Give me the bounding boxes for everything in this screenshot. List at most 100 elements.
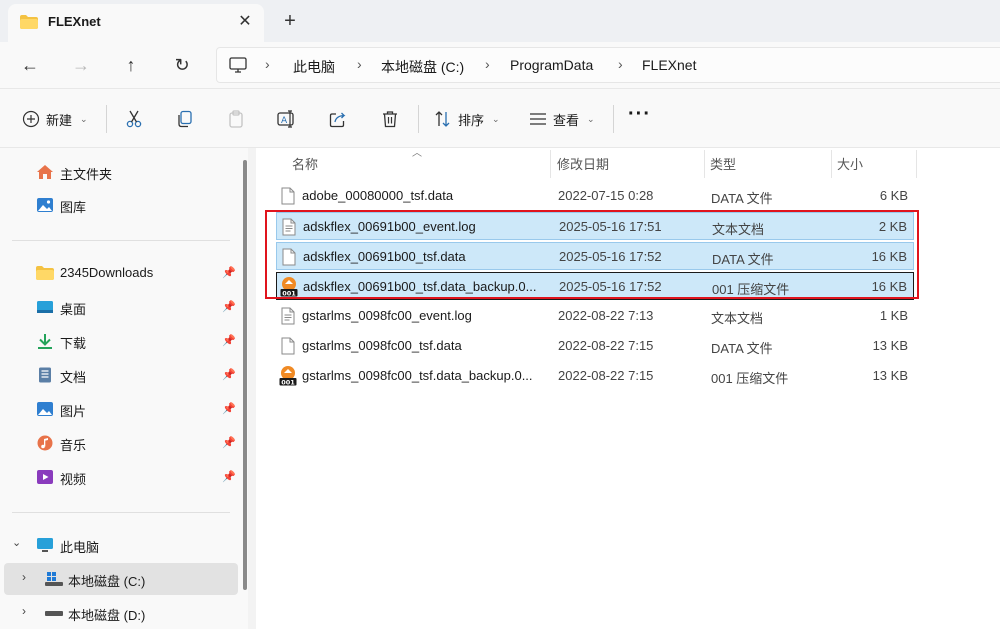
paste-icon	[229, 110, 243, 128]
computer-icon	[229, 57, 247, 73]
chevron-right-icon[interactable]: ›	[22, 570, 26, 584]
column-divider[interactable]	[831, 150, 832, 178]
file-type: 文本文档	[712, 222, 765, 237]
file-name: gstarlms_0098fc00_event.log	[302, 308, 472, 323]
table-row[interactable]: adobe_00080000_tsf.data 2022-07-15 0:28 …	[276, 182, 914, 210]
file-icon	[281, 187, 295, 205]
chevron-down-icon[interactable]: ⌄	[12, 536, 21, 549]
refresh-icon[interactable]: ↻	[167, 50, 197, 80]
sidebar-item-label: 2345Downloads	[60, 265, 154, 280]
cut-button[interactable]	[122, 107, 146, 131]
drive-d-icon	[45, 611, 63, 616]
chevron-right-icon[interactable]: ›	[22, 604, 26, 618]
folder-icon	[20, 15, 38, 29]
file-date: 2025-05-16 17:52	[559, 249, 662, 264]
music-icon	[37, 435, 53, 451]
pin-icon[interactable]: 📌	[222, 300, 236, 313]
sidebar-item-gallery[interactable]: 图库	[0, 189, 240, 221]
sidebar-item-desktop[interactable]: 桌面 📌	[0, 291, 240, 323]
sidebar-item-pictures[interactable]: 图片 📌	[0, 393, 240, 425]
breadcrumb-local-disk-c[interactable]: 本地磁盘 (C:)	[381, 57, 464, 77]
breadcrumb-programdata[interactable]: ProgramData	[510, 57, 593, 73]
column-header-name[interactable]: 名称	[292, 154, 318, 173]
column-header-type[interactable]: 类型	[710, 154, 736, 173]
document-icon	[39, 367, 51, 383]
tab-flexnet[interactable]: FLEXnet ✕	[8, 4, 264, 42]
sidebar-scrollbar[interactable]	[243, 160, 247, 590]
pin-icon[interactable]: 📌	[222, 334, 236, 347]
sidebar-item-local-disk-c[interactable]: › 本地磁盘 (C:)	[4, 563, 238, 595]
more-options-icon[interactable]: ···	[628, 103, 651, 126]
address-bar[interactable]: › 此电脑 › 本地磁盘 (C:) › ProgramData › FLEXne…	[216, 47, 1000, 83]
column-divider[interactable]	[704, 150, 705, 178]
delete-button[interactable]	[378, 107, 402, 131]
table-row[interactable]: adskflex_00691b00_event.log 2025-05-16 1…	[276, 212, 914, 240]
forward-arrow-icon[interactable]: →	[66, 50, 96, 80]
table-row[interactable]: 001 adskflex_00691b00_tsf.data_backup.0.…	[276, 272, 914, 300]
column-divider[interactable]	[916, 150, 917, 178]
copy-button[interactable]	[173, 107, 197, 131]
column-header-date[interactable]: 修改日期	[557, 154, 609, 173]
up-arrow-icon[interactable]: ↑	[116, 50, 146, 80]
sort-button[interactable]: 排序 ⌄	[434, 107, 500, 131]
view-button[interactable]: 查看 ⌄	[529, 107, 595, 131]
breadcrumb-flexnet[interactable]: FLEXnet	[642, 57, 696, 73]
pin-icon[interactable]: 📌	[222, 470, 236, 483]
pin-icon[interactable]: 📌	[222, 436, 236, 449]
file-size: 13 KB	[872, 338, 908, 353]
column-header-size[interactable]: 大小	[837, 154, 863, 173]
back-arrow-icon[interactable]: ←	[15, 50, 45, 80]
sidebar-item-label: 此电脑	[60, 540, 100, 555]
sidebar-item-videos[interactable]: 视频 📌	[0, 461, 240, 493]
sidebar-item-label: 图片	[60, 404, 87, 419]
new-tab-button[interactable]: +	[278, 9, 302, 33]
sidebar-divider	[12, 240, 230, 241]
computer-icon	[37, 538, 53, 552]
sidebar-item-2345downloads[interactable]: 2345Downloads 📌	[0, 257, 240, 289]
file-type: 文本文档	[711, 311, 764, 326]
rename-button[interactable]: A	[275, 107, 299, 131]
close-tab-icon[interactable]: ✕	[234, 11, 256, 33]
column-divider[interactable]	[550, 150, 551, 178]
file-icon	[281, 337, 295, 355]
breadcrumb-this-pc[interactable]: 此电脑	[293, 57, 335, 77]
new-button[interactable]: 新建 ⌄	[22, 107, 88, 131]
sort-icon	[435, 111, 450, 127]
copy-icon	[178, 110, 192, 128]
file-type: 001 压缩文件	[711, 371, 789, 386]
svg-text:001: 001	[282, 289, 296, 297]
home-icon	[37, 165, 53, 179]
pin-icon[interactable]: 📌	[222, 266, 236, 279]
sidebar-item-local-disk-d[interactable]: › 本地磁盘 (D:)	[0, 597, 240, 629]
sidebar-item-downloads[interactable]: 下载 📌	[0, 325, 240, 357]
sidebar-item-this-pc[interactable]: ⌄ 此电脑	[0, 529, 240, 561]
table-row[interactable]: adskflex_00691b00_tsf.data 2025-05-16 17…	[276, 242, 914, 270]
sort-ascending-icon: ︿	[412, 148, 422, 159]
video-icon	[37, 470, 53, 484]
navigation-pane: 主文件夹 图库 2345Downloads 📌 桌面 📌 下载 📌 文档 📌 图…	[0, 148, 248, 629]
toolbar-divider	[106, 105, 107, 133]
table-row[interactable]: gstarlms_0098fc00_tsf.data 2022-08-22 7:…	[276, 332, 914, 360]
scissors-icon	[126, 110, 142, 128]
table-row[interactable]: 001 gstarlms_0098fc00_tsf.data_backup.0.…	[276, 362, 914, 390]
sidebar-item-documents[interactable]: 文档 📌	[0, 359, 240, 391]
sidebar-item-home[interactable]: 主文件夹	[0, 156, 240, 188]
pictures-icon	[37, 402, 53, 416]
table-row[interactable]: gstarlms_0098fc00_event.log 2022-08-22 7…	[276, 302, 914, 330]
sidebar-item-label: 图库	[60, 200, 87, 215]
tab-title: FLEXnet	[48, 14, 101, 29]
plus-circle-icon	[22, 110, 40, 128]
sidebar-item-label: 本地磁盘 (D:)	[68, 608, 146, 623]
sidebar-item-music[interactable]: 音乐 📌	[0, 427, 240, 459]
sort-button-label: 排序	[458, 112, 485, 128]
gallery-icon	[37, 198, 53, 212]
file-date: 2022-08-22 7:13	[558, 308, 654, 323]
new-button-label: 新建	[46, 112, 73, 128]
chevron-right-icon: ›	[265, 56, 270, 72]
pin-icon[interactable]: 📌	[222, 402, 236, 415]
share-button[interactable]	[326, 107, 350, 131]
file-date: 2022-08-22 7:15	[558, 368, 654, 383]
paste-button[interactable]	[224, 107, 248, 131]
pin-icon[interactable]: 📌	[222, 368, 236, 381]
svg-text:A: A	[281, 116, 288, 126]
